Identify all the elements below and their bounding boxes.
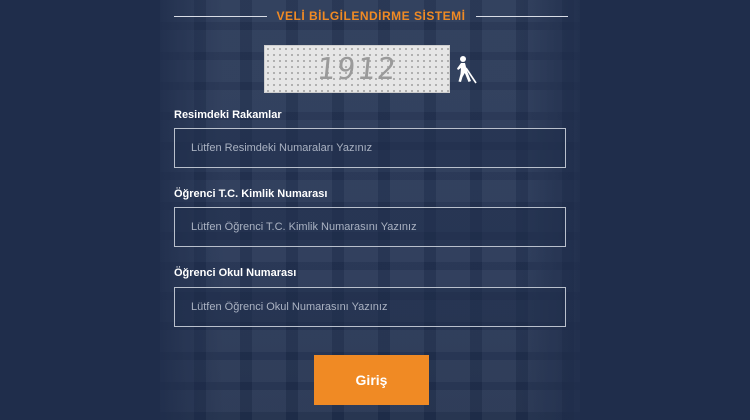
tc-number-label: Öğrenci T.C. Kimlik Numarası [174, 188, 328, 200]
accessibility-icon[interactable] [452, 55, 478, 85]
tc-number-field [174, 207, 566, 247]
header: VELİ BİLGİLENDİRME SİSTEMİ [174, 6, 569, 26]
school-number-field [174, 287, 566, 327]
captcha-input[interactable] [175, 129, 565, 167]
captcha-field [174, 128, 566, 168]
title-divider-left [174, 15, 267, 17]
school-number-input[interactable] [175, 288, 565, 326]
captcha-image: 1912 [264, 45, 450, 93]
captcha-text: 1912 [315, 51, 399, 87]
tc-number-input[interactable] [175, 208, 565, 246]
login-button[interactable]: Giriş [314, 355, 429, 405]
login-panel: VELİ BİLGİLENDİRME SİSTEMİ 1912 Resimdek… [0, 0, 750, 420]
page-title: VELİ BİLGİLENDİRME SİSTEMİ [276, 9, 466, 23]
school-number-label: Öğrenci Okul Numarası [174, 267, 297, 279]
captcha-label: Resimdeki Rakamlar [174, 109, 282, 121]
title-divider-right [475, 15, 569, 17]
